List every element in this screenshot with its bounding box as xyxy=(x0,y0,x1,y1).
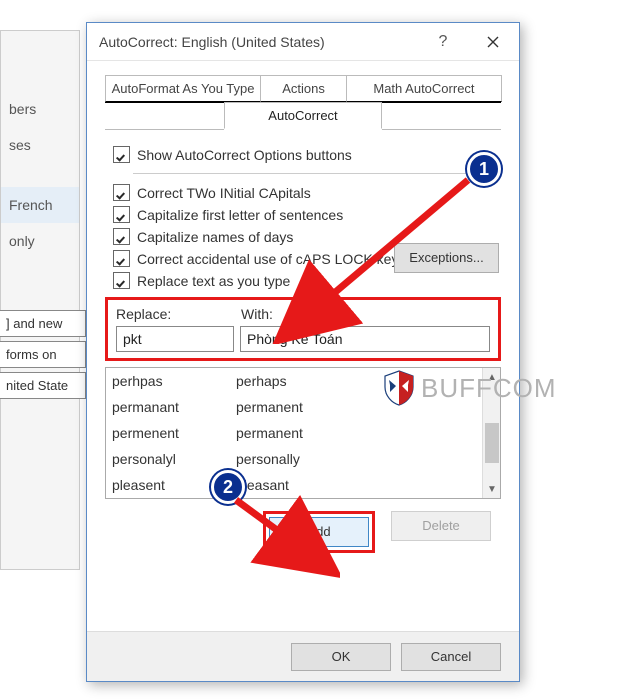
tab-math-autocorrect[interactable]: Math AutoCorrect xyxy=(346,75,502,102)
list-cell-replace: permenent xyxy=(106,425,236,441)
checkbox-replace-as-type-label: Replace text as you type xyxy=(137,273,290,289)
shield-icon xyxy=(383,370,415,406)
bg-item: bers xyxy=(1,91,79,127)
list-item[interactable]: personalylpersonally xyxy=(106,446,482,472)
tab-actions[interactable]: Actions xyxy=(260,75,347,102)
check-icon xyxy=(117,276,127,286)
annotation-arrow-2 xyxy=(230,494,340,580)
check-icon xyxy=(117,254,127,264)
background-fields: ] and new forms on nited State xyxy=(0,310,86,403)
checkbox-show-options[interactable] xyxy=(113,146,130,163)
checkbox-show-options-label: Show AutoCorrect Options buttons xyxy=(137,147,352,163)
check-icon xyxy=(117,232,127,242)
list-cell-replace: perhpas xyxy=(106,373,236,389)
check-icon xyxy=(117,210,127,220)
watermark: BUFFCOM xyxy=(383,370,557,406)
dialog-title: AutoCorrect: English (United States) xyxy=(99,34,419,50)
checkbox-days[interactable] xyxy=(113,228,130,245)
tab-autoformat-as-you-type[interactable]: AutoFormat As You Type xyxy=(105,75,261,102)
check-icon xyxy=(117,150,127,160)
list-cell-with: permanent xyxy=(236,425,482,441)
watermark-text: BUFFCOM xyxy=(421,373,557,404)
checkbox-first-letter[interactable] xyxy=(113,206,130,223)
scrollbar-thumb[interactable] xyxy=(485,423,499,463)
close-button[interactable] xyxy=(467,23,519,60)
replace-label: Replace: xyxy=(116,306,241,322)
list-cell-replace: permanant xyxy=(106,399,236,415)
replace-input[interactable] xyxy=(116,326,234,352)
chevron-down-icon[interactable]: ▼ xyxy=(483,480,501,498)
list-item[interactable]: permenentpermanent xyxy=(106,420,482,446)
checkbox-two-initial-caps[interactable] xyxy=(113,184,130,201)
checkbox-capslock[interactable] xyxy=(113,250,130,267)
cancel-button[interactable]: Cancel xyxy=(401,643,501,671)
close-icon xyxy=(487,36,499,48)
background-sidebar: bers ses French only xyxy=(0,30,80,570)
bg-field: ] and new xyxy=(0,310,86,337)
annotation-arrow-1 xyxy=(270,174,480,344)
title-bar: AutoCorrect: English (United States) ? xyxy=(87,23,519,61)
bg-field: forms on xyxy=(0,341,86,368)
list-cell-with: personally xyxy=(236,451,482,467)
bg-field: nited State xyxy=(0,372,86,399)
bg-item: French xyxy=(1,187,79,223)
ok-button[interactable]: OK xyxy=(291,643,391,671)
list-cell-replace: personalyl xyxy=(106,451,236,467)
checkbox-replace-as-type[interactable] xyxy=(113,272,130,289)
delete-button: Delete xyxy=(391,511,491,541)
bg-item: ses xyxy=(1,127,79,163)
dialog-footer: OK Cancel xyxy=(87,631,519,681)
bg-item: only xyxy=(1,223,79,259)
tab-autocorrect[interactable]: AutoCorrect xyxy=(224,102,382,129)
help-button[interactable]: ? xyxy=(419,23,467,60)
autocorrect-dialog: AutoCorrect: English (United States) ? A… xyxy=(86,22,520,682)
check-icon xyxy=(117,188,127,198)
list-cell-with: pleasant xyxy=(236,477,482,493)
